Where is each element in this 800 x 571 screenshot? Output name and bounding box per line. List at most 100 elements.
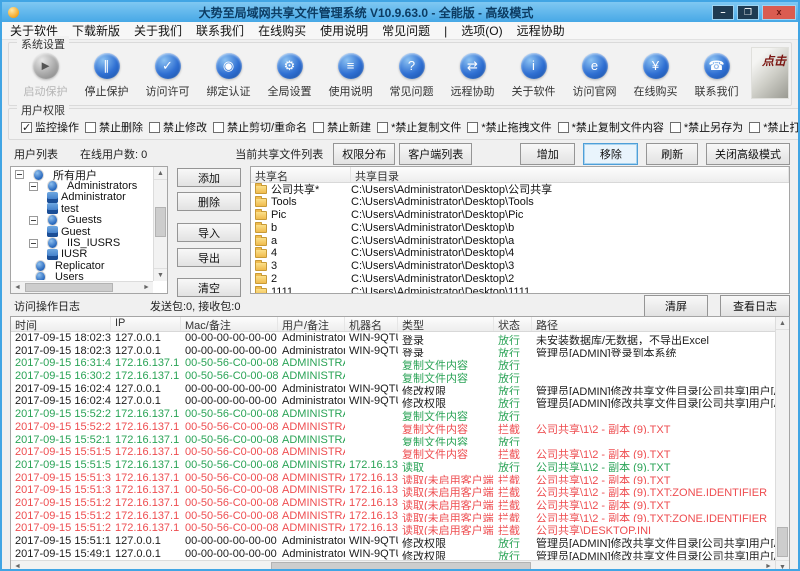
log-row[interactable]: 2017-09-15 15:51:50 172.16.137.1 00-50-5… [11,459,775,472]
log-row[interactable]: 2017-09-15 15:51:33 172.16.137.1 00-50-5… [11,472,775,485]
log-row[interactable]: 2017-09-15 15:51:24 172.16.137.1 00-50-5… [11,522,775,535]
tree-item[interactable]: test [13,203,152,214]
checkbox-icon[interactable] [85,122,96,133]
checkbox-icon[interactable] [558,122,569,133]
permission-checkbox[interactable]: *禁止拖拽文件 [467,119,551,135]
scroll-left-icon[interactable]: ◄ [11,561,24,571]
add-share-button[interactable]: 增加 [520,143,575,165]
close-advanced-mode-button[interactable]: 关闭高级模式 [706,143,790,165]
share-row[interactable]: 2 C:\Users\Administrator\Desktop\2 [251,273,789,286]
promo-banner[interactable]: 点击 [751,47,789,99]
checkbox-icon[interactable] [749,122,760,133]
toolbar-button[interactable]: ? 常见问题 [381,53,442,99]
client-list-button[interactable]: 客户端列表 [399,143,472,165]
scroll-thumb[interactable] [25,283,113,292]
column-time[interactable]: 时间 [11,317,111,331]
scroll-right-icon[interactable]: ► [762,561,775,571]
column-share-name[interactable]: 共享名 [251,167,351,182]
tree-item[interactable]: 所有用户 [13,169,152,180]
log-row[interactable]: 2017-09-15 15:51:12 127.0.0.1 00-00-00-0… [11,535,775,548]
share-row[interactable]: Pic C:\Users\Administrator\Desktop\Pic [251,209,789,222]
share-row[interactable]: 公司共享* C:\Users\Administrator\Desktop\公司共… [251,183,789,196]
permission-distribution-button[interactable]: 权限分布 [333,143,395,165]
view-log-button[interactable]: 查看日志 [720,295,790,317]
column-machine[interactable]: 机器名 [345,317,398,331]
close-button[interactable]: x [762,5,796,20]
share-row[interactable]: b C:\Users\Administrator\Desktop\b [251,221,789,234]
refresh-button[interactable]: 刷新 [646,143,698,165]
tree-expander-icon[interactable] [29,239,38,248]
toolbar-button[interactable]: ≡ 使用说明 [320,53,381,99]
tree-horizontal-scrollbar[interactable]: ◄ ► [11,281,153,293]
scroll-up-icon[interactable]: ▲ [776,317,789,330]
permission-checkbox[interactable]: *禁止复制文件 [377,119,461,135]
menu-item[interactable]: 远程协助 [517,22,565,39]
scroll-down-icon[interactable]: ▼ [776,560,789,571]
log-row[interactable]: 2017-09-15 18:02:36 127.0.0.1 00-00-00-0… [11,345,775,358]
column-type[interactable]: 类型 [398,317,494,331]
scroll-down-icon[interactable]: ▼ [154,268,167,281]
toolbar-button[interactable]: ✓ 访问许可 [137,53,198,99]
tree-expander-icon[interactable] [29,216,38,225]
menu-item[interactable]: 使用说明 [320,22,368,39]
tree-item[interactable]: Replicator [13,260,152,271]
scroll-thumb[interactable] [155,207,166,237]
log-row[interactable]: 2017-09-15 16:31:46 172.16.137.1 00-50-5… [11,357,775,370]
restore-button[interactable]: ❐ [737,5,759,20]
log-row[interactable]: 2017-09-15 18:02:37 127.0.0.1 00-00-00-0… [11,332,775,345]
checkbox-icon[interactable] [670,122,681,133]
scroll-thumb[interactable] [271,562,531,571]
tree-item[interactable]: IUSR [13,249,152,260]
checkbox-icon[interactable] [213,122,224,133]
import-button[interactable]: 导入 [177,223,241,242]
permission-checkbox[interactable]: 监控操作 [21,119,79,135]
checkbox-icon[interactable] [377,122,388,133]
log-horizontal-scrollbar[interactable]: ◄ ► [11,560,775,571]
checkbox-icon[interactable] [21,122,32,133]
toolbar-button[interactable]: ⇄ 远程协助 [442,53,503,99]
permission-checkbox[interactable]: 禁止新建 [313,119,371,135]
share-row[interactable]: 4 C:\Users\Administrator\Desktop\4 [251,247,789,260]
log-row[interactable]: 2017-09-15 15:51:27 172.16.137.1 00-50-5… [11,497,775,510]
tree-item[interactable]: Guests [13,215,152,226]
tree-item[interactable]: IIS_IUSRS [13,237,152,248]
toolbar-button[interactable]: ∥ 停止保护 [76,53,137,99]
checkbox-icon[interactable] [149,122,160,133]
scroll-left-icon[interactable]: ◄ [11,282,24,293]
log-row[interactable]: 2017-09-15 16:02:44 127.0.0.1 00-00-00-0… [11,395,775,408]
permission-checkbox[interactable]: *禁止另存为 [670,119,743,135]
scroll-thumb[interactable] [777,527,788,557]
menu-item[interactable]: 选项(O) [461,22,502,39]
log-row[interactable]: 2017-09-15 15:51:33 172.16.137.1 00-50-5… [11,484,775,497]
log-row[interactable]: 2017-09-15 15:51:54 172.16.137.1 00-50-5… [11,446,775,459]
toolbar-button[interactable]: ☎ 联系我们 [686,53,747,99]
clear-screen-button[interactable]: 清屏 [644,295,708,317]
tree-item[interactable]: Administrator [13,192,152,203]
permission-checkbox[interactable]: 禁止剪切/重命名 [213,119,307,135]
permission-checkbox[interactable]: 禁止删除 [85,119,143,135]
menu-item[interactable]: 常见问题 [382,22,430,39]
column-ip[interactable]: IP [111,317,181,331]
share-row[interactable]: Tools C:\Users\Administrator\Desktop\Too… [251,196,789,209]
log-row[interactable]: 2017-09-15 15:49:10 127.0.0.1 00-00-00-0… [11,548,775,561]
checkbox-icon[interactable] [313,122,324,133]
menu-item[interactable]: | [444,24,447,38]
checkbox-icon[interactable] [467,122,478,133]
toolbar-button[interactable]: ► 启动保护 [15,53,76,99]
share-row[interactable]: 1111 C:\Users\Administrator\Desktop\1111 [251,285,789,293]
column-mac[interactable]: Mac/备注 [181,317,278,331]
column-path[interactable]: 路径 [532,317,775,331]
tree-expander-icon[interactable] [29,182,38,191]
toolbar-button[interactable]: i 关于软件 [503,53,564,99]
log-row[interactable]: 2017-09-15 16:30:26 172.16.137.1 00-50-5… [11,370,775,383]
delete-user-button[interactable]: 删除 [177,192,241,211]
log-vertical-scrollbar[interactable]: ▲ ▼ [775,317,789,571]
tree-vertical-scrollbar[interactable]: ▲ ▼ [153,167,167,281]
toolbar-button[interactable]: ◉ 绑定认证 [198,53,259,99]
toolbar-button[interactable]: ⚙ 全局设置 [259,53,320,99]
column-status[interactable]: 状态 [494,317,532,331]
tree-expander-icon[interactable] [15,170,24,179]
log-row[interactable]: 2017-09-15 15:51:27 172.16.137.1 00-50-5… [11,510,775,523]
tree-item[interactable]: Administrators [13,180,152,191]
export-button[interactable]: 导出 [177,248,241,267]
